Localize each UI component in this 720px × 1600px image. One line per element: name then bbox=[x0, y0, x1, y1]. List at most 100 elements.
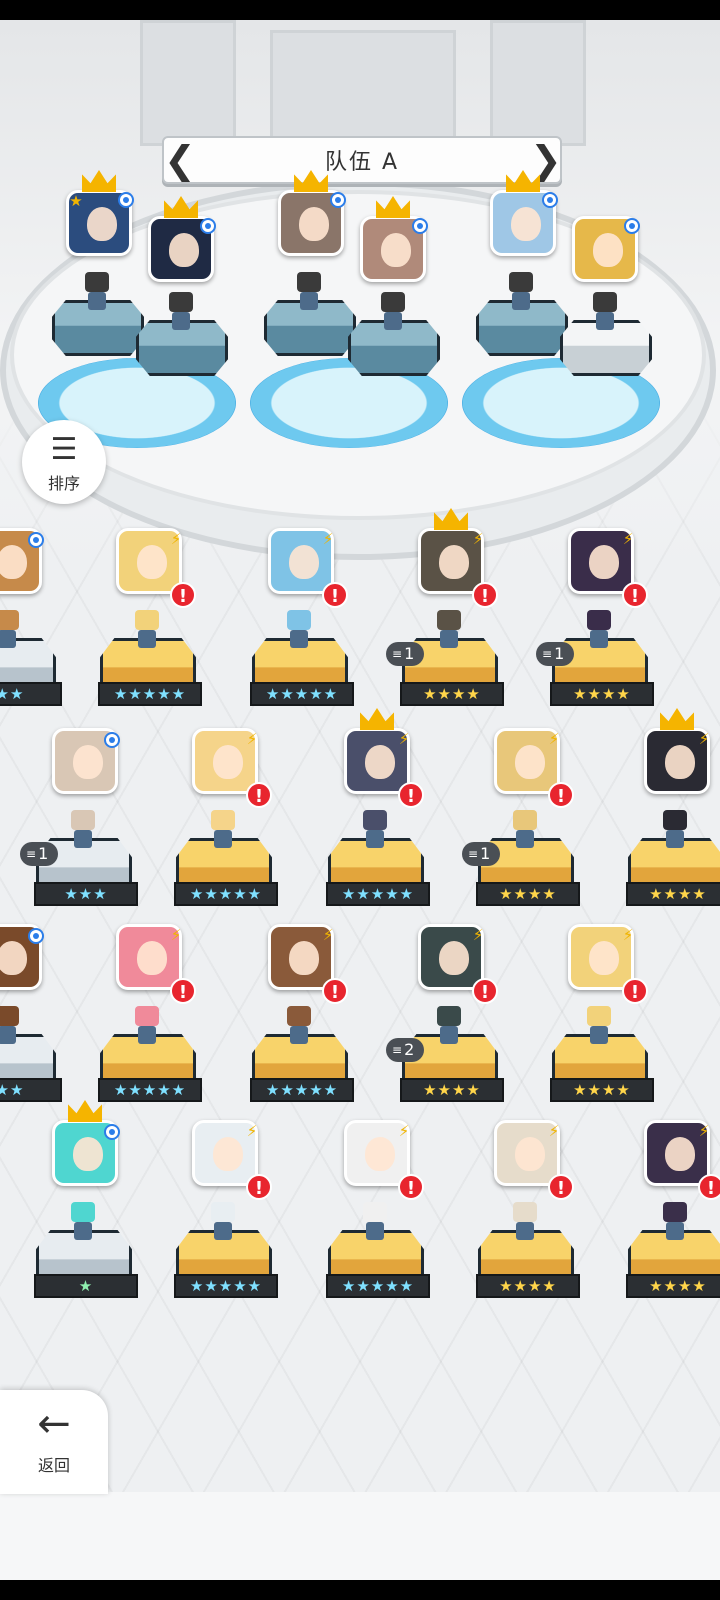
roster-sprite bbox=[358, 810, 392, 850]
sprite-body bbox=[0, 1026, 16, 1044]
team-sprite bbox=[164, 292, 198, 332]
sprite-body bbox=[596, 312, 614, 330]
alert-icon: ! bbox=[322, 582, 348, 608]
star-rating: ★★★★★ bbox=[250, 682, 354, 706]
alert-icon: ! bbox=[398, 782, 424, 808]
selected-dot-icon bbox=[200, 218, 216, 234]
duplicate-count: 1 bbox=[480, 844, 491, 863]
sprite-body bbox=[366, 830, 384, 848]
sprite-head bbox=[437, 610, 461, 630]
sprite-body bbox=[440, 630, 458, 648]
star-rating: ★ bbox=[34, 1274, 138, 1298]
roster-sprite bbox=[206, 810, 240, 850]
stack-icon: ≡ bbox=[392, 1043, 403, 1057]
stack-icon: ≡ bbox=[392, 647, 403, 661]
sort-icon: ☰ bbox=[50, 432, 78, 467]
sprite-body bbox=[366, 1222, 384, 1240]
duplicate-count: 1 bbox=[554, 644, 565, 663]
sort-button[interactable]: ☰ 排序 bbox=[22, 420, 106, 504]
lightning-icon: ⚡ bbox=[698, 730, 710, 748]
sprite-head bbox=[297, 272, 321, 292]
roster-sprite bbox=[0, 610, 24, 650]
sprite-head bbox=[211, 810, 235, 830]
roster-sprite bbox=[66, 810, 100, 850]
team-sprite bbox=[80, 272, 114, 312]
prev-team-arrow[interactable]: ❮ bbox=[164, 140, 196, 180]
star-rating: ★★★★★ bbox=[250, 1078, 354, 1102]
lightning-icon: ⚡ bbox=[322, 926, 334, 944]
duplicate-count: 1 bbox=[404, 644, 415, 663]
alert-icon: ! bbox=[548, 782, 574, 808]
next-team-arrow[interactable]: ❯ bbox=[530, 140, 562, 180]
pillar-left bbox=[140, 20, 236, 146]
sprite-body bbox=[74, 830, 92, 848]
duplicate-count-badge: ≡ 2 bbox=[386, 1038, 424, 1062]
game-stage: ❮ 队伍 A ❯ ★ ★★ ⚡! ★★★★★ ⚡! ★★★★★ ⚡! ★★★★ ≡ 1 ⚡! ★★★… bbox=[0, 20, 720, 1580]
star-rating: ★★★★★ bbox=[98, 1078, 202, 1102]
lightning-icon: ⚡ bbox=[246, 730, 258, 748]
sprite-head bbox=[437, 1006, 461, 1026]
sprite-head bbox=[135, 610, 159, 630]
sprite-head bbox=[211, 1202, 235, 1222]
roster-sprite bbox=[130, 610, 164, 650]
star-rating: ★★★★ bbox=[400, 682, 504, 706]
sprite-head bbox=[593, 292, 617, 312]
alert-icon: ! bbox=[246, 1174, 272, 1200]
selected-dot-icon bbox=[28, 928, 44, 944]
selected-dot-icon bbox=[330, 192, 346, 208]
sprite-body bbox=[0, 630, 16, 648]
sprite-head bbox=[363, 810, 387, 830]
lightning-icon: ⚡ bbox=[472, 530, 484, 548]
selected-dot-icon bbox=[412, 218, 428, 234]
roster-sprite bbox=[658, 810, 692, 850]
roster-sprite bbox=[508, 810, 542, 850]
sprite-head bbox=[169, 292, 193, 312]
lightning-icon: ⚡ bbox=[170, 926, 182, 944]
roster-sprite bbox=[66, 1202, 100, 1242]
roster-sprite bbox=[130, 1006, 164, 1046]
roster-sprite bbox=[582, 1006, 616, 1046]
sprite-head bbox=[0, 1006, 19, 1026]
star-rating: ★★★★ bbox=[550, 1078, 654, 1102]
back-button[interactable]: ← 返回 bbox=[0, 1390, 108, 1494]
alert-icon: ! bbox=[170, 978, 196, 1004]
sprite-body bbox=[214, 1222, 232, 1240]
lightning-icon: ⚡ bbox=[398, 730, 410, 748]
bottom-strip bbox=[0, 1492, 720, 1580]
star-rating: ★★ bbox=[0, 682, 62, 706]
duplicate-count-badge: ≡ 1 bbox=[386, 642, 424, 666]
selected-dot-icon bbox=[118, 192, 134, 208]
sprite-body bbox=[516, 830, 534, 848]
arrow-left-icon: ← bbox=[37, 1401, 71, 1447]
back-label: 返回 bbox=[37, 1456, 70, 1475]
star-icon: ★ bbox=[69, 192, 83, 210]
sprite-body bbox=[290, 630, 308, 648]
star-rating: ★★★★★ bbox=[98, 682, 202, 706]
lightning-icon: ⚡ bbox=[322, 530, 334, 548]
roster-sprite bbox=[508, 1202, 542, 1242]
roster-sprite bbox=[358, 1202, 392, 1242]
duplicate-count-badge: ≡ 1 bbox=[536, 642, 574, 666]
sprite-body bbox=[74, 1222, 92, 1240]
roster-sprite bbox=[0, 1006, 24, 1046]
sprite-body bbox=[590, 630, 608, 648]
star-rating: ★★★★ bbox=[476, 882, 580, 906]
lightning-icon: ⚡ bbox=[698, 1122, 710, 1140]
sprite-body bbox=[300, 292, 318, 310]
roster-sprite bbox=[432, 610, 466, 650]
team-selector: ❮ 队伍 A ❯ bbox=[162, 136, 562, 184]
sprite-body bbox=[138, 630, 156, 648]
sprite-body bbox=[384, 312, 402, 330]
stack-icon: ≡ bbox=[542, 647, 553, 661]
lightning-icon: ⚡ bbox=[170, 530, 182, 548]
team-sprite bbox=[504, 272, 538, 312]
sprite-head bbox=[363, 1202, 387, 1222]
sprite-body bbox=[88, 292, 106, 310]
star-rating: ★★ bbox=[0, 1078, 62, 1102]
star-rating: ★★★★ bbox=[626, 1274, 720, 1298]
stack-icon: ≡ bbox=[26, 847, 37, 861]
status-bar bbox=[0, 0, 720, 20]
roster-sprite bbox=[206, 1202, 240, 1242]
sprite-head bbox=[509, 272, 533, 292]
roster-sprite bbox=[282, 610, 316, 650]
